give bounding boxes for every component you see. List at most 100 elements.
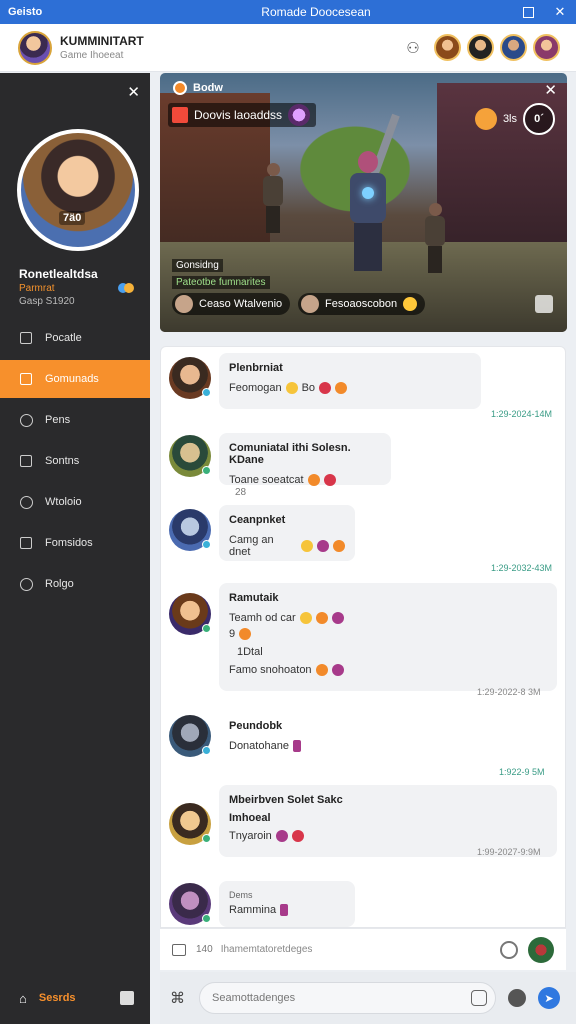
friend-avatar-4[interactable]	[533, 34, 560, 61]
chat-input-row: 140 Ihamemtatoretdeges	[160, 928, 566, 970]
sidebar: ✕ 7ä0 Ronetlealtdsa Parmrat Gasp S1920 P…	[0, 73, 150, 1024]
message-text: Tnyaroin	[229, 830, 272, 842]
sidebar-item-2[interactable]: Pens	[0, 401, 150, 439]
friend-avatar-1[interactable]	[434, 34, 461, 61]
smile-icon	[315, 612, 328, 624]
message-avatar[interactable]	[169, 715, 211, 757]
stat-text: 3ls	[502, 113, 517, 125]
message-author-2: Rammina	[229, 904, 277, 916]
message-icon[interactable]	[172, 943, 186, 956]
message-author: Ceanpnket	[229, 514, 286, 526]
player-avatar	[301, 295, 319, 313]
external-icon[interactable]	[120, 991, 134, 1005]
sidebar-item-1[interactable]: Gomunads	[0, 360, 150, 398]
mic-icon[interactable]	[508, 989, 526, 1007]
chat-input[interactable]: Ihamemtatoretdeges	[221, 944, 313, 955]
party-banner[interactable]: Doovis laoaddss	[168, 103, 317, 127]
player-chip-label: Fesoaoscobon	[325, 298, 398, 310]
player-chip[interactable]: Fesoaoscobon	[298, 293, 426, 315]
heart-icon	[323, 474, 336, 486]
heart-icon	[317, 540, 330, 552]
sidebar-item-0[interactable]: Pocatle	[0, 319, 150, 357]
message-text: Bo	[301, 382, 316, 394]
emoji-icon	[403, 297, 418, 311]
sidebar-item-5[interactable]: Fomsidos	[0, 524, 150, 562]
message-time: 1:29-2024-14M	[491, 409, 553, 419]
sidebar-item-label: Fomsidos	[45, 537, 93, 549]
player-chip[interactable]: Ceaso Wtalvenio	[172, 293, 291, 315]
smile-icon	[299, 612, 312, 624]
message-avatar[interactable]	[169, 435, 211, 477]
heart-icon	[331, 612, 344, 624]
message-avatar[interactable]	[169, 883, 211, 925]
chat-message	[169, 435, 211, 477]
sidebar-item-label: Wtoloio	[45, 496, 82, 508]
message-text: Famo snohoaton	[229, 664, 312, 676]
sidebar-item-6[interactable]: Rolgo	[0, 565, 150, 603]
game-stats: 3ls 0´	[474, 103, 555, 135]
chat-message	[169, 593, 211, 635]
message-time: 1:99-2027-9:9M	[477, 847, 541, 857]
friend-avatar-2[interactable]	[467, 34, 494, 61]
message-bubble: Plenbrniat Feomogan Bo	[219, 353, 481, 409]
sidebar-bottom: ⌂ Sesrds	[0, 972, 150, 1024]
live-indicator: Bodw	[173, 81, 223, 95]
close-icon[interactable]: ✕	[544, 81, 557, 99]
header-subtitle: Game Ihoeeat	[60, 50, 124, 61]
send-button[interactable]: ➤	[538, 987, 560, 1009]
flag-icon	[172, 107, 188, 123]
message-avatar[interactable]	[169, 357, 211, 399]
message-text: 9	[229, 628, 236, 640]
message-author: Ramutaik	[229, 592, 279, 604]
sidebar-bottom-label[interactable]: Sesrds	[39, 992, 76, 1004]
expand-icon[interactable]	[535, 295, 553, 313]
sword-icon	[474, 108, 497, 130]
message-bubble: Peundobk Donatohane	[219, 711, 329, 759]
header-text: KUMMINITART Game Ihoeeat	[60, 34, 144, 61]
close-window-button[interactable]: ✕	[544, 0, 576, 24]
message-bubble: Dems Rammina	[219, 881, 355, 927]
smile-icon	[335, 382, 348, 394]
sidebar-item-4[interactable]: Wtoloio	[0, 483, 150, 521]
hero-character	[340, 113, 400, 273]
attach-icon[interactable]: ⌘	[170, 989, 185, 1007]
window-title: Romade Doocesean	[261, 5, 371, 19]
message-text-row: Camg an dnet	[229, 534, 345, 558]
maximize-button[interactable]	[512, 0, 544, 24]
home-icon[interactable]: ⌂	[19, 991, 27, 1006]
friend-avatar-3[interactable]	[500, 34, 527, 61]
message-avatar[interactable]	[169, 593, 211, 635]
heart-icon	[291, 830, 304, 842]
message-text: Donatohane	[229, 740, 289, 752]
message-avatar[interactable]	[169, 509, 211, 551]
chat-avatar[interactable]	[528, 936, 554, 963]
message-bubble: Ceanpnket Camg an dnet	[219, 505, 355, 561]
timer-ring[interactable]: 0´	[523, 103, 555, 135]
profile-avatar: 7ä0	[17, 129, 139, 251]
figure-icon	[275, 830, 288, 842]
shield-icon	[19, 413, 33, 427]
live-dot-icon	[173, 81, 187, 95]
message-author: Comuniatal ithi Solesn. KDane	[229, 442, 351, 466]
chat-message	[169, 509, 211, 551]
settings-icon[interactable]	[500, 940, 518, 959]
user-add-icon[interactable]: ⚇	[404, 39, 422, 57]
game-viewport[interactable]: Bodw ✕ Doovis laoaddss 3ls 0´ Gonsidng P…	[160, 73, 567, 332]
message-time: 1:29-2022-8 3M	[477, 687, 541, 697]
close-icon[interactable]: ✕	[127, 83, 140, 101]
header-name: KUMMINITART	[60, 34, 144, 48]
maximize-icon	[522, 6, 534, 18]
message-text-row: Feomogan Bo	[229, 382, 471, 394]
message-text-row: Famo snohoaton	[229, 664, 547, 676]
message-author: Plenbrniat	[229, 362, 283, 374]
message-avatar[interactable]	[169, 803, 211, 845]
user-avatar[interactable]	[18, 30, 52, 65]
message-field[interactable]: Seamottadenges	[199, 982, 496, 1014]
chat-icon	[19, 495, 33, 509]
sidebar-item-3[interactable]: Sontns	[0, 442, 150, 480]
emoji-icon[interactable]	[471, 990, 487, 1006]
message-text: Feomogan	[229, 382, 282, 394]
sidebar-item-label: Sontns	[45, 455, 80, 467]
message-text: Toane soeatcat	[229, 474, 304, 486]
chat-message	[169, 715, 211, 757]
